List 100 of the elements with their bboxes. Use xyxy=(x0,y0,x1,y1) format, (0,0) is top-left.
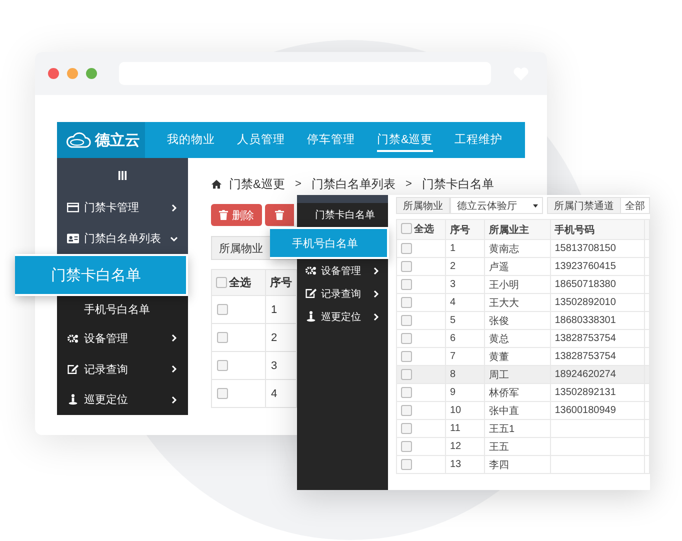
table-cell: 7 xyxy=(450,351,456,362)
delete-button[interactable] xyxy=(265,204,294,226)
checkbox[interactable] xyxy=(217,304,228,316)
sidebar-item[interactable]: 巡更定位 xyxy=(297,305,388,328)
table-row[interactable]: 13 李四 xyxy=(396,456,650,474)
table-row[interactable]: 11 王五1 xyxy=(396,420,650,438)
edit-icon xyxy=(305,288,317,299)
table-cell: 1 xyxy=(271,304,278,316)
checkbox[interactable] xyxy=(401,223,412,234)
table-cell: 王五1 xyxy=(488,424,514,434)
table-cell: 13 xyxy=(450,459,462,470)
sidebar-subitem[interactable]: 手机号白名单 xyxy=(57,296,188,323)
table-row[interactable]: 2 卢遥 13923760415 xyxy=(396,258,650,276)
table-cell: 张俊 xyxy=(488,316,509,326)
table-row[interactable]: 6 黄总 13828753754 xyxy=(396,330,650,348)
delete-button[interactable]: 删除 xyxy=(211,204,262,226)
column-header: 序号 xyxy=(450,224,470,236)
filter-label: 所属门禁通道 xyxy=(547,197,621,214)
column-header: 序号 xyxy=(270,277,292,289)
table-row[interactable]: 1 黄南志 15813708150 xyxy=(396,240,650,258)
column-header: 手机号码 xyxy=(554,224,595,236)
sidebar-item[interactable]: 门禁白名单列表 xyxy=(57,223,188,254)
table-cell: 张中直 xyxy=(488,406,519,416)
sidebar-item[interactable]: 记录查询 xyxy=(57,354,188,384)
table-cell: 2 xyxy=(450,261,456,272)
table-row[interactable]: 9 林侨军 13502892131 xyxy=(396,384,650,402)
close-dot[interactable] xyxy=(48,68,59,79)
home-icon[interactable] xyxy=(211,179,222,189)
checkbox[interactable] xyxy=(401,350,412,362)
table-cell: 13828753754 xyxy=(554,351,616,362)
table-cell: 3 xyxy=(271,360,278,372)
table-row[interactable]: 8 周工 18924620274 xyxy=(396,366,650,384)
sidebar-item[interactable]: 设备管理 xyxy=(57,323,188,354)
sidebar-item[interactable]: 门禁卡管理 xyxy=(57,192,188,224)
table-row[interactable]: 4 王大大 13502892010 xyxy=(396,294,650,312)
table-row[interactable]: 5 张俊 18680338301 xyxy=(396,312,650,330)
brand-name: 德立云 xyxy=(95,130,140,150)
chevron-right-icon xyxy=(170,396,178,404)
checkbox[interactable] xyxy=(401,260,412,272)
breadcrumb-separator: > xyxy=(295,178,302,190)
table-row[interactable]: 12 王五 xyxy=(396,438,650,456)
table-cell: 18650718380 xyxy=(554,279,616,290)
table-cell: 18680338301 xyxy=(554,315,616,326)
table-row[interactable]: 10 张中直 13600180949 xyxy=(396,402,650,420)
table-row[interactable]: 3 王小明 18650718380 xyxy=(396,276,650,294)
gears-icon xyxy=(305,265,317,276)
table-cell: 王大大 xyxy=(488,298,519,308)
table-cell: 3 xyxy=(450,279,456,290)
filter-value[interactable]: 全部 xyxy=(621,197,650,214)
column-header: 全选 xyxy=(414,222,434,236)
select-field[interactable]: 德立云体验厅 xyxy=(450,197,543,214)
checkbox[interactable] xyxy=(216,276,227,288)
breadcrumb-link[interactable]: 门禁&巡更 xyxy=(229,176,286,192)
checkbox[interactable] xyxy=(401,458,412,470)
sidebar-item[interactable]: 巡更定位 xyxy=(57,384,188,416)
minimize-dot[interactable] xyxy=(67,68,78,79)
person-marker-icon xyxy=(67,394,79,406)
checkbox[interactable] xyxy=(217,332,228,344)
column-header: 全选 xyxy=(229,276,251,290)
table-cell: 黄南志 xyxy=(488,244,519,254)
breadcrumb-link[interactable]: 门禁白名单列表 xyxy=(311,176,396,192)
maximize-dot[interactable] xyxy=(86,68,97,79)
table-cell: 8 xyxy=(450,369,456,380)
checkbox[interactable] xyxy=(217,388,228,400)
sidebar-item[interactable]: 记录查询 xyxy=(297,282,388,305)
table-cell: 2 xyxy=(271,332,278,344)
table-cell: 李四 xyxy=(488,460,509,470)
checkbox[interactable] xyxy=(401,314,412,326)
table-cell: 13923760415 xyxy=(554,261,616,272)
checkbox[interactable] xyxy=(401,278,412,290)
breadcrumb-link[interactable]: 门禁卡白名单 xyxy=(422,176,494,192)
column-header: 所属业主 xyxy=(488,224,529,236)
table-cell: 13828753754 xyxy=(554,333,616,344)
checkbox[interactable] xyxy=(401,404,412,416)
checkbox[interactable] xyxy=(401,386,412,398)
checkbox[interactable] xyxy=(401,440,412,452)
card-icon xyxy=(67,202,79,214)
checkbox[interactable] xyxy=(401,332,412,344)
sidebar-item[interactable]: 设备管理 xyxy=(297,259,388,282)
table-cell: 王五 xyxy=(488,442,509,452)
checkbox[interactable] xyxy=(401,296,412,308)
checkbox[interactable] xyxy=(401,368,412,380)
chevron-right-icon xyxy=(170,365,178,373)
checkbox[interactable] xyxy=(217,360,228,372)
id-card-icon xyxy=(67,233,79,244)
table-cell: 周工 xyxy=(488,370,509,380)
menu-icon[interactable] xyxy=(118,170,127,180)
checkbox[interactable] xyxy=(401,242,412,254)
table-cell: 5 xyxy=(450,315,456,326)
chevron-right-icon xyxy=(372,290,380,298)
checkbox[interactable] xyxy=(401,422,412,434)
table-cell: 4 xyxy=(450,297,456,308)
table-cell: 卢遥 xyxy=(488,262,509,272)
chevron-right-icon xyxy=(170,204,178,212)
table-cell: 黄董 xyxy=(488,352,509,362)
sidebar-subitem[interactable]: 门禁卡白名单 xyxy=(297,203,388,227)
breadcrumb-separator: > xyxy=(405,178,412,190)
table-cell: 6 xyxy=(450,333,456,344)
table-cell: 10 xyxy=(450,405,462,416)
chevron-right-icon xyxy=(372,312,380,320)
